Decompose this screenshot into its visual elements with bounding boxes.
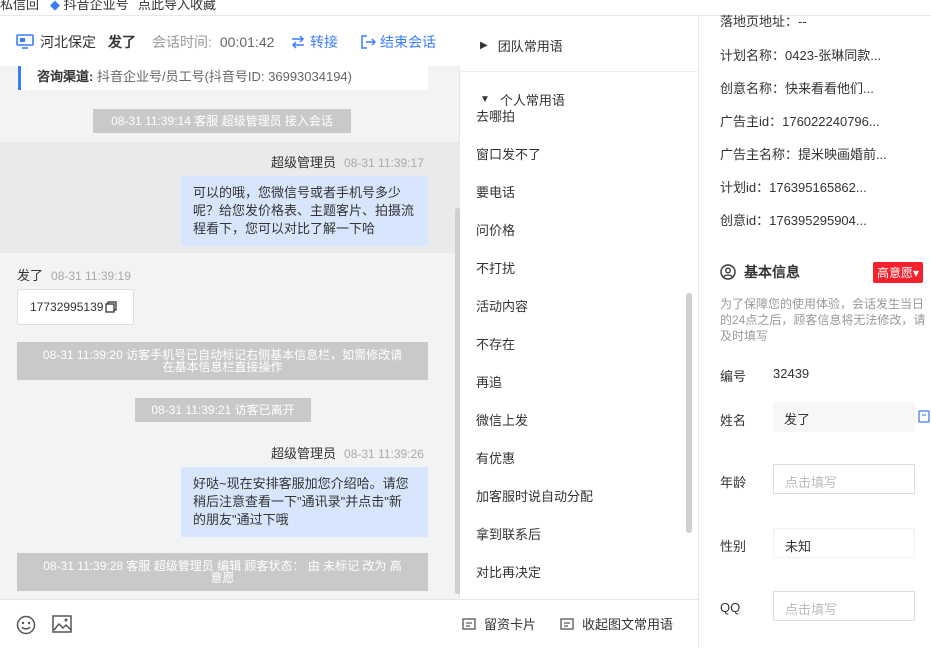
source-value: 抖音企业号/员工号(抖音号ID: 36993034194) <box>96 69 352 84</box>
message-list[interactable]: 咨询渠道: 抖音企业号/员工号(抖音号ID: 36993034194) 08-3… <box>0 66 460 599</box>
message-meta: 发了 08-31 11:39:19 <box>17 268 131 283</box>
phrase-item[interactable]: 有优惠 <box>476 448 515 467</box>
qq-input[interactable]: 点击填写 <box>773 591 915 621</box>
gender-select[interactable]: 未知 <box>773 528 915 558</box>
message-row-agent: 超级管理员 08-31 11:39:17 可以的哦，您微信号或者手机号多少 呢？给… <box>0 142 460 253</box>
qq-label: QQ <box>720 600 741 615</box>
monitor-icon <box>16 34 34 49</box>
phrase-item[interactable]: 不打扰 <box>476 258 515 277</box>
phrase-item[interactable]: 不存在 <box>476 334 515 353</box>
id-value: 32439 <box>773 366 810 381</box>
system-message: 08-31 11:39:20 访客手机号已自动标记右侧基本信息栏，如需修改请 在… <box>17 342 428 380</box>
edit-notice: 为了保障您的使用体验，会话发生当日的24点之后，顾客信息将无法修改，请及时填写 <box>720 297 926 343</box>
phrase-item[interactable]: 去哪拍 <box>476 106 515 125</box>
system-message: 08-31 11:39:14 客服 超级管理员 接入会话 <box>93 109 351 133</box>
visitor-location: 河北保定 <box>40 34 96 50</box>
info-row: 广告主名称：提米映画婚前... <box>720 147 887 162</box>
divider <box>460 71 699 72</box>
top-strip-text: 私信回 <box>0 0 40 12</box>
phrases-footer: 留资卡片 收起图文常用语 <box>460 599 699 648</box>
info-row: 创意id：176395295904... <box>720 213 867 228</box>
chat-toolbar <box>0 599 460 648</box>
system-message: 08-31 11:39:21 访客已离开 <box>135 398 311 422</box>
customer-info-panel: 落地页地址：-- 计划名称：0423-张琳同款... 创意名称：快来看看他们..… <box>700 14 931 648</box>
phrase-item[interactable]: 要电话 <box>476 182 515 201</box>
user-icon <box>720 264 736 280</box>
import-favorites-link[interactable]: 点此导入收藏 <box>138 0 216 13</box>
visitor-name: 发了 <box>108 34 136 50</box>
system-message: 08-31 11:39:28 客服 超级管理员 编辑 顾客状态： 由 未标记 改… <box>17 553 428 591</box>
lead-card-button[interactable]: 留资卡片 <box>462 614 536 633</box>
emoji-icon[interactable] <box>16 615 36 635</box>
caret-down-icon: ▼ <box>480 94 490 105</box>
phrase-item[interactable]: 窗口发不了 <box>476 144 541 163</box>
id-label: 编号 <box>720 369 747 384</box>
age-input[interactable]: 点击填写 <box>773 464 915 494</box>
info-row: 计划id：176395165862... <box>720 180 867 195</box>
basic-info-title: 基本信息 <box>720 262 800 282</box>
phrase-group-team[interactable]: ▶ 团队常用语 <box>480 36 563 55</box>
phrase-item[interactable]: 问价格 <box>476 220 515 239</box>
info-row: 创意名称：快来看看他们... <box>720 81 874 96</box>
gender-label: 性别 <box>720 539 747 554</box>
copy-icon[interactable] <box>918 409 930 423</box>
age-label: 年龄 <box>720 475 747 490</box>
phrase-item[interactable]: 活动内容 <box>476 296 528 315</box>
phrase-item[interactable]: 对比再决定 <box>476 562 541 581</box>
phrase-item[interactable]: 拿到联系后 <box>476 524 541 543</box>
session-time: 00:01:42 <box>219 34 275 50</box>
end-session-button[interactable]: 结束会话 <box>361 32 436 52</box>
source-label: 咨询渠道: <box>37 69 94 84</box>
message-meta: 超级管理员 08-31 11:39:26 <box>271 446 424 461</box>
customer-message-bubble: 17732995139 <box>17 289 134 325</box>
copy-icon[interactable] <box>105 301 118 313</box>
info-row: 计划名称：0423-张琳同款... <box>720 48 882 63</box>
name-field[interactable]: 发了 <box>773 402 915 432</box>
chat-header: 河北保定 发了 会话时间: 00:01:42 转接 结束会话 <box>0 16 460 66</box>
phrases-scrollbar[interactable] <box>686 293 692 533</box>
collapse-phrases-button[interactable]: 收起图文常用语 <box>560 614 673 633</box>
card-icon <box>462 617 476 630</box>
exit-icon <box>361 35 376 49</box>
phrase-item[interactable]: 微信上发 <box>476 410 528 429</box>
quick-phrases-panel: ▶ 团队常用语 ▼ 个人常用语 去哪拍 窗口发不了 要电话 问价格 不打扰 活动… <box>460 16 699 648</box>
message-icon <box>560 617 574 630</box>
name-label: 姓名 <box>720 413 747 428</box>
agent-message-bubble: 可以的哦，您微信号或者手机号多少 呢？给您发价格表、主题客片、拍摄流 程看下，您… <box>181 176 428 246</box>
session-time-label: 会话时间: <box>152 34 212 50</box>
image-icon[interactable] <box>52 615 72 633</box>
chat-panel: 河北保定 发了 会话时间: 00:01:42 转接 结束会话 咨询渠道: 抖音企… <box>0 16 460 648</box>
tab-douyin[interactable]: ◆ 抖音企业号 <box>50 0 129 13</box>
send-icon: ◆ <box>50 0 60 12</box>
agent-message-bubble: 好哒~现在安排客服加您介绍哈。请您 稍后注意查看一下"通讯录"并点击"新 的朋友… <box>181 467 428 537</box>
source-channel-card: 咨询渠道: 抖音企业号/员工号(抖音号ID: 36993034194) <box>18 66 428 90</box>
phrase-item[interactable]: 再追 <box>476 372 502 391</box>
info-row: 广告主id：176022240796... <box>720 114 880 129</box>
phrase-item[interactable]: 加客服时说自动分配 <box>476 486 593 505</box>
transfer-icon <box>291 35 305 49</box>
caret-right-icon: ▶ <box>480 40 488 51</box>
intent-status-badge[interactable]: 高意愿▾ <box>873 262 924 283</box>
visitor-info: 河北保定 发了 会话时间: 00:01:42 <box>16 32 274 52</box>
message-meta: 超级管理员 08-31 11:39:17 <box>271 155 424 170</box>
transfer-button[interactable]: 转接 <box>290 32 338 52</box>
phone-number: 17732995139 <box>30 300 104 314</box>
info-row: 落地页地址：-- <box>720 14 807 29</box>
